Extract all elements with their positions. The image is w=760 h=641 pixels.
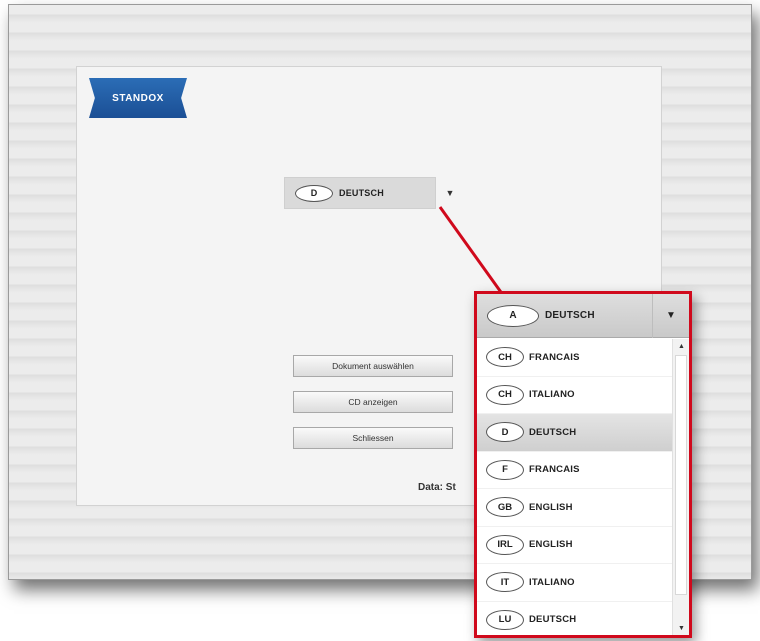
language-name: FRANCAIS [529,351,580,363]
language-list: CH FRANCAIS CH ITALIANO D DEUTSCH F FRAN… [477,339,672,635]
language-name: ITALIANO [529,576,575,588]
language-option-ch-francais[interactable]: CH FRANCAIS [477,339,672,377]
country-code-badge: CH [486,347,524,368]
standox-logo: STANDOX [89,78,187,118]
chevron-down-icon[interactable]: ▼ [436,177,464,209]
language-name: ENGLISH [529,539,573,551]
language-select-value[interactable]: D DEUTSCH [284,177,436,209]
language-option-f-francais[interactable]: F FRANCAIS [477,452,672,489]
country-code-badge: LU [486,609,524,630]
language-dropdown-popup: A DEUTSCH ▼ CH FRANCAIS CH ITALIANO D DE… [474,291,692,638]
scroll-up-icon[interactable]: ▲ [673,339,689,353]
logo-text: STANDOX [112,92,164,104]
country-code-badge: D [486,422,524,443]
language-name: DEUTSCH [529,614,577,626]
language-option-gb-english[interactable]: GB ENGLISH [477,489,672,527]
scroll-down-icon[interactable]: ▼ [673,621,689,635]
language-option-lu-deutsch[interactable]: LU DEUTSCH [477,602,672,636]
dropdown-current-value[interactable]: A DEUTSCH ▼ [477,294,689,338]
language-option-ch-italiano[interactable]: CH ITALIANO [477,377,672,414]
country-code-badge: IT [486,572,524,593]
language-option-irl-english[interactable]: IRL ENGLISH [477,527,672,564]
chevron-down-icon[interactable]: ▼ [652,294,689,338]
language-name: FRANCAIS [529,464,580,476]
country-code-badge: CH [486,384,524,405]
country-code-badge: A [487,304,539,327]
select-document-button[interactable]: Dokument auswählen [293,355,453,377]
country-code-badge: IRL [486,534,524,555]
language-option-d-deutsch[interactable]: D DEUTSCH [477,414,672,452]
language-name: ENGLISH [529,501,573,513]
country-code-badge: GB [486,497,524,518]
data-source-label: Data: St [418,482,456,493]
country-code-badge: F [486,459,524,480]
language-select[interactable]: D DEUTSCH ▼ [284,177,464,209]
language-option-it-italiano[interactable]: IT ITALIANO [477,564,672,602]
country-code-badge: D [295,184,333,202]
list-scrollbar[interactable]: ▲ ▼ [672,339,689,635]
show-cd-button[interactable]: CD anzeigen [293,391,453,413]
language-name: ITALIANO [529,389,575,401]
language-name: DEUTSCH [339,188,384,198]
language-name: DEUTSCH [545,310,595,321]
close-button[interactable]: Schliessen [293,427,453,449]
language-name: DEUTSCH [529,426,577,438]
scrollbar-thumb[interactable] [675,355,687,595]
